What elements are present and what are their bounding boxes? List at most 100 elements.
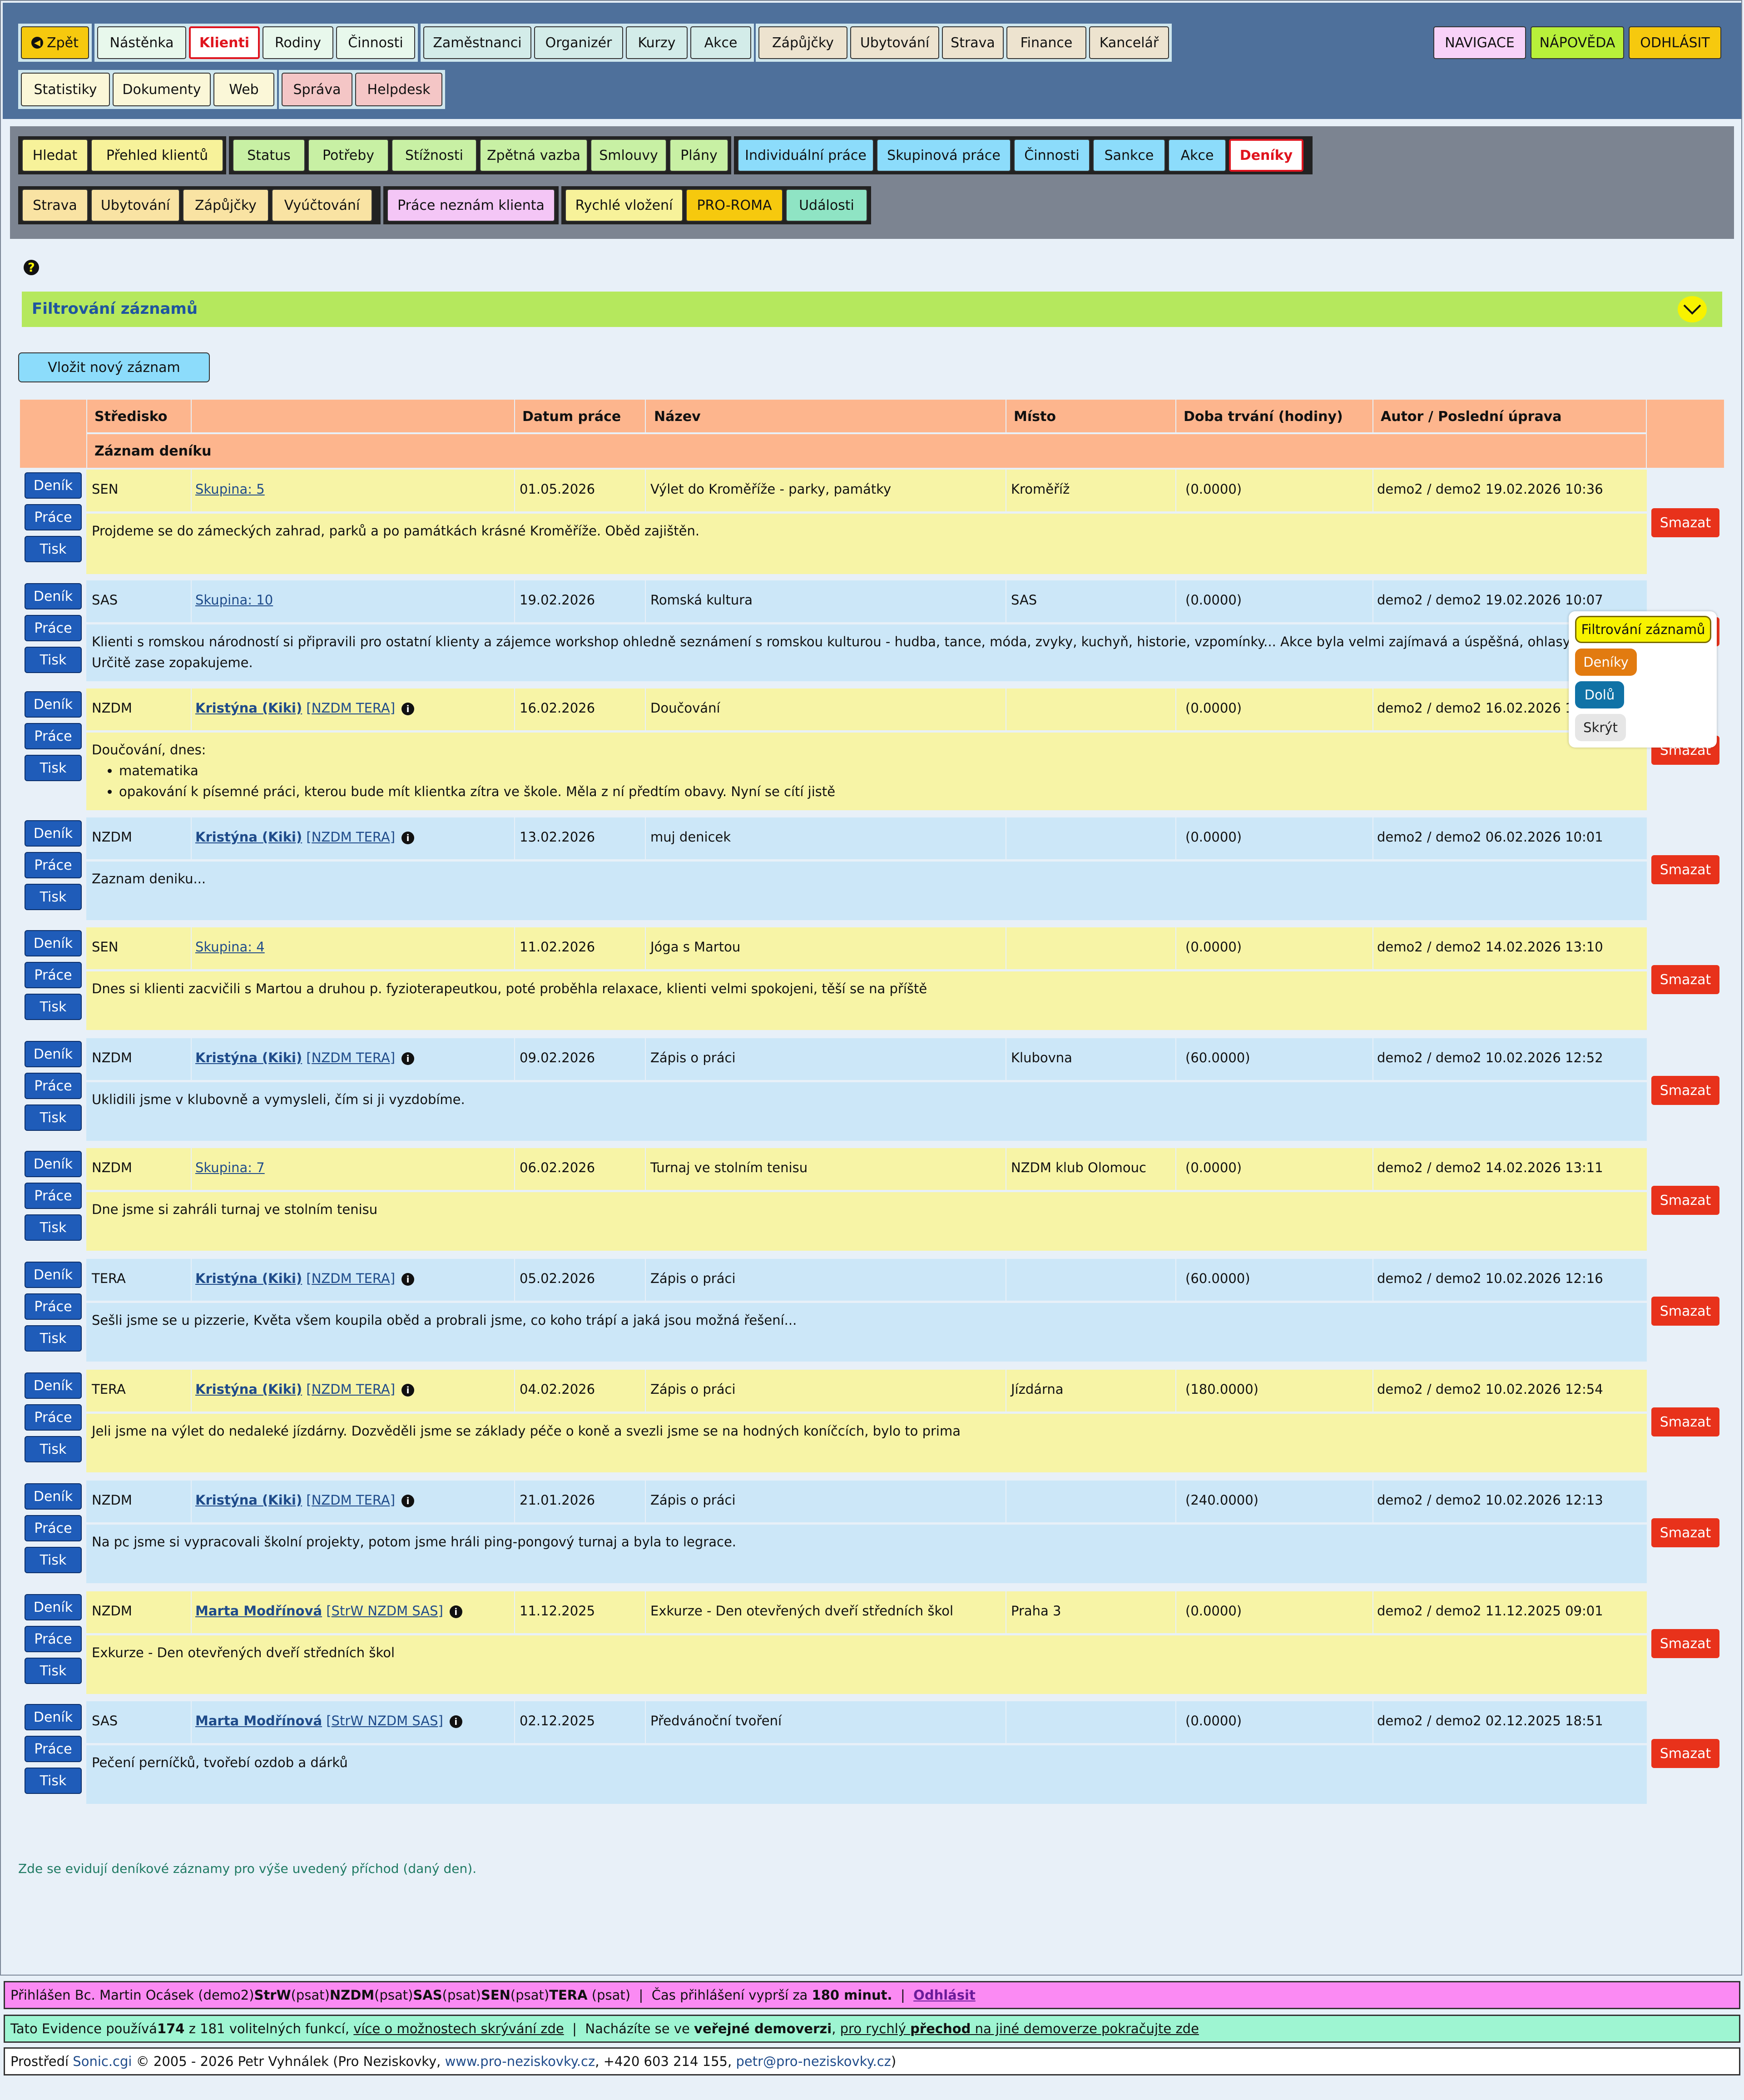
- diary-button[interactable]: Deník: [25, 691, 82, 718]
- sub-udalosti[interactable]: Události: [786, 189, 867, 222]
- print-button[interactable]: Tisk: [25, 1104, 82, 1131]
- nav-statistiky[interactable]: Statistiky: [21, 73, 110, 106]
- diary-button[interactable]: Deník: [25, 1704, 82, 1730]
- work-button[interactable]: Práce: [25, 1515, 82, 1541]
- hide-features-link[interactable]: více o možnostech skrývání zde: [353, 2021, 564, 2036]
- nav-klienti[interactable]: Klienti: [189, 26, 260, 59]
- sub-skupinova-prace[interactable]: Skupinová práce: [877, 139, 1011, 172]
- client-tag[interactable]: [StrW NZDM SAS]: [326, 1713, 443, 1729]
- popup-diaries-button[interactable]: Deníky: [1575, 649, 1637, 676]
- nav-nastenka[interactable]: Nástěnka: [97, 26, 186, 59]
- sub-cinnosti[interactable]: Činnosti: [1014, 139, 1090, 172]
- sub-individualni-prace[interactable]: Individuální práce: [738, 139, 874, 172]
- delete-button[interactable]: Smazat: [1651, 1186, 1719, 1215]
- nav-kancelar[interactable]: Kancelář: [1089, 26, 1169, 59]
- delete-button[interactable]: Smazat: [1651, 1297, 1719, 1326]
- nav-organizer[interactable]: Organizér: [534, 26, 623, 59]
- sonic-link[interactable]: Sonic.cgi: [73, 2054, 132, 2069]
- client-link[interactable]: Kristýna (Kiki): [195, 700, 302, 716]
- print-button[interactable]: Tisk: [25, 1325, 82, 1352]
- print-button[interactable]: Tisk: [25, 755, 82, 781]
- group-link[interactable]: Skupina: 5: [195, 481, 265, 497]
- client-tag[interactable]: [NZDM TERA]: [306, 1492, 395, 1508]
- delete-button[interactable]: Smazat: [1651, 965, 1719, 994]
- chevron-down-icon[interactable]: [1678, 296, 1707, 322]
- diary-button[interactable]: Deník: [25, 1151, 82, 1177]
- client-tag[interactable]: [NZDM TERA]: [306, 1271, 395, 1286]
- new-record-button[interactable]: Vložit nový záznam: [18, 352, 210, 382]
- sub-potreby[interactable]: Potřeby: [308, 139, 389, 172]
- print-button[interactable]: Tisk: [25, 884, 82, 910]
- info-icon[interactable]: i: [401, 1495, 415, 1507]
- info-icon[interactable]: i: [401, 1273, 415, 1286]
- work-button[interactable]: Práce: [25, 1293, 82, 1320]
- print-button[interactable]: Tisk: [25, 1436, 82, 1462]
- nav-ubytovani[interactable]: Ubytování: [850, 26, 939, 59]
- email-link[interactable]: petr@pro-neziskovky.cz: [736, 2054, 891, 2069]
- work-button[interactable]: Práce: [25, 962, 82, 988]
- sub-zapujcky[interactable]: Zápůjčky: [183, 189, 269, 222]
- work-button[interactable]: Práce: [25, 723, 82, 749]
- work-button[interactable]: Práce: [25, 1736, 82, 1762]
- delete-button[interactable]: Smazat: [1651, 1739, 1719, 1768]
- work-button[interactable]: Práce: [25, 504, 82, 530]
- work-button[interactable]: Práce: [25, 852, 82, 878]
- group-link[interactable]: Skupina: 4: [195, 939, 265, 955]
- sub-prace-neznam-klienta[interactable]: Práce neznám klienta: [387, 189, 555, 222]
- client-tag[interactable]: [NZDM TERA]: [306, 1050, 395, 1065]
- nav-akce[interactable]: Akce: [690, 26, 751, 59]
- info-icon[interactable]: i: [401, 832, 415, 844]
- group-link[interactable]: Skupina: 7: [195, 1160, 265, 1175]
- nav-zamestnanci[interactable]: Zaměstnanci: [423, 26, 531, 59]
- delete-button[interactable]: Smazat: [1651, 1407, 1719, 1436]
- work-button[interactable]: Práce: [25, 1404, 82, 1431]
- client-tag[interactable]: [NZDM TERA]: [306, 829, 395, 845]
- sub-zpetna-vazba[interactable]: Zpětná vazba: [480, 139, 588, 172]
- sub-deniky[interactable]: Deníky: [1229, 139, 1303, 172]
- sub-stiznosti[interactable]: Stížnosti: [391, 139, 477, 172]
- diary-button[interactable]: Deník: [25, 1594, 82, 1620]
- print-button[interactable]: Tisk: [25, 1547, 82, 1573]
- delete-button[interactable]: Smazat: [1651, 1629, 1719, 1658]
- print-button[interactable]: Tisk: [25, 1768, 82, 1794]
- nav-helpdesk[interactable]: Helpdesk: [355, 73, 442, 106]
- sub-smlouvy[interactable]: Smlouvy: [590, 139, 667, 172]
- delete-button[interactable]: Smazat: [1651, 508, 1719, 537]
- info-icon[interactable]: i: [449, 1605, 462, 1618]
- diary-button[interactable]: Deník: [25, 472, 82, 499]
- nav-napoveda[interactable]: NÁPOVĚDA: [1531, 26, 1624, 59]
- work-button[interactable]: Práce: [25, 1183, 82, 1209]
- nav-kurzy[interactable]: Kurzy: [626, 26, 688, 59]
- sub-rychle-vlozeni[interactable]: Rychlé vložení: [565, 189, 683, 222]
- diary-button[interactable]: Deník: [25, 583, 82, 609]
- print-button[interactable]: Tisk: [25, 994, 82, 1020]
- diary-button[interactable]: Deník: [25, 820, 82, 847]
- diary-button[interactable]: Deník: [25, 930, 82, 956]
- diary-button[interactable]: Deník: [25, 1262, 82, 1288]
- client-link[interactable]: Kristýna (Kiki): [195, 1382, 302, 1397]
- sub-plany[interactable]: Plány: [669, 139, 728, 172]
- info-icon[interactable]: i: [401, 703, 415, 715]
- nav-navigace[interactable]: NAVIGACE: [1433, 26, 1526, 59]
- sub-vyuctovani[interactable]: Vyúčtování: [272, 189, 372, 222]
- sub-status[interactable]: Status: [233, 139, 305, 172]
- nav-rodiny[interactable]: Rodiny: [263, 26, 333, 59]
- nav-dokumenty[interactable]: Dokumenty: [113, 73, 211, 106]
- sub-akce[interactable]: Akce: [1168, 139, 1226, 172]
- print-button[interactable]: Tisk: [25, 1214, 82, 1241]
- info-icon[interactable]: i: [449, 1715, 462, 1728]
- logout-link[interactable]: Odhlásit: [913, 1987, 976, 2003]
- website-link[interactable]: www.pro-neziskovky.cz: [445, 2054, 595, 2069]
- nav-strava[interactable]: Strava: [942, 26, 1004, 59]
- diary-button[interactable]: Deník: [25, 1372, 82, 1399]
- nav-sprava[interactable]: Správa: [282, 73, 352, 106]
- info-icon[interactable]: i: [401, 1052, 415, 1065]
- nav-finance[interactable]: Finance: [1006, 26, 1086, 59]
- work-button[interactable]: Práce: [25, 1626, 82, 1652]
- client-tag[interactable]: [NZDM TERA]: [306, 1382, 395, 1397]
- popup-filter-button[interactable]: Filtrování záznamů: [1575, 616, 1711, 643]
- sub-strava[interactable]: Strava: [22, 189, 88, 222]
- client-link[interactable]: Kristýna (Kiki): [195, 1050, 302, 1065]
- sub-sankce[interactable]: Sankce: [1093, 139, 1165, 172]
- delete-button[interactable]: Smazat: [1651, 855, 1719, 884]
